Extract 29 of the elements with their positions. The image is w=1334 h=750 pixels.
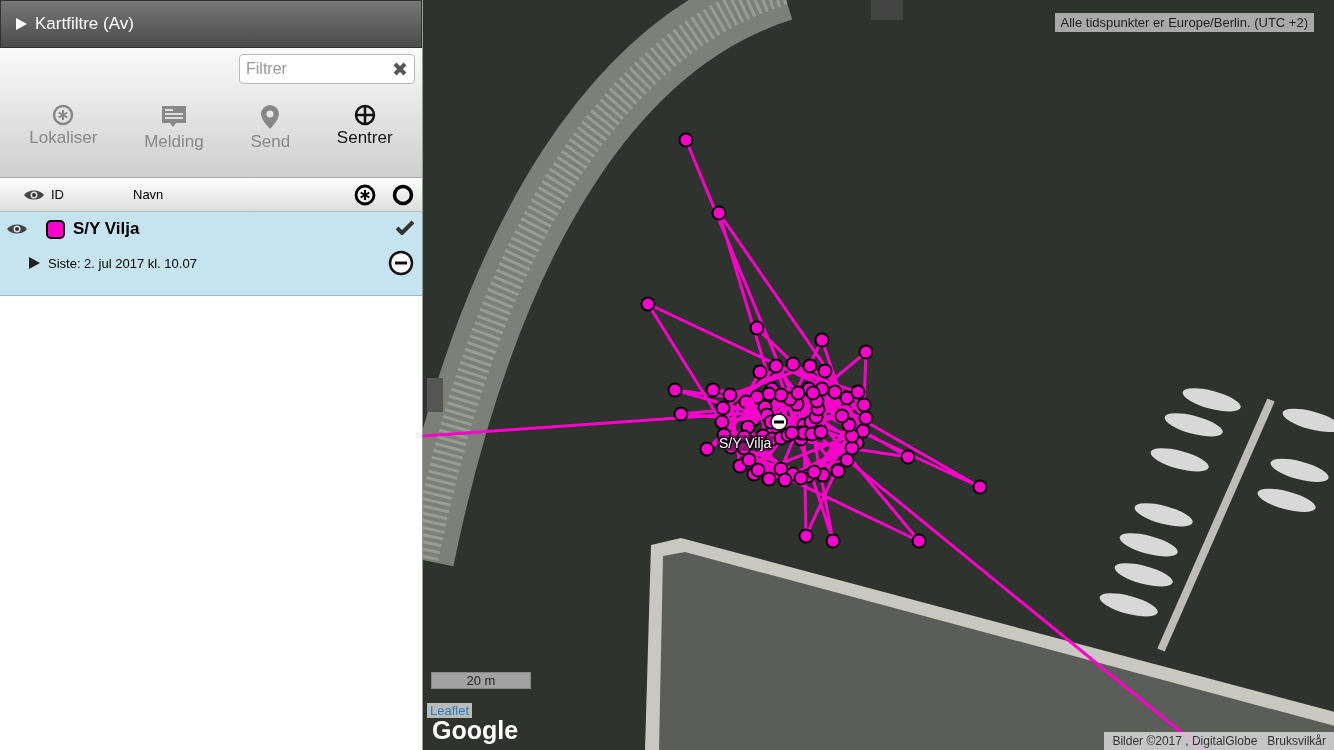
- check-icon[interactable]: [396, 219, 414, 235]
- clear-icon[interactable]: [393, 62, 407, 76]
- location-pin-icon: [260, 104, 281, 130]
- eye-icon[interactable]: [6, 222, 28, 236]
- vessel-marker-icon[interactable]: [739, 396, 763, 420]
- header-title: Kartfiltre (Av): [35, 14, 134, 34]
- vessel-name: S/Y Vilja: [73, 219, 140, 239]
- map-logo: Google: [432, 716, 519, 745]
- column-header: Navn: [133, 187, 164, 202]
- circle-icon[interactable]: [392, 183, 414, 206]
- center-button[interactable]: Sentrer: [330, 104, 399, 152]
- scale-bar: 20 m: [431, 672, 531, 689]
- crosshair-icon: [353, 104, 376, 126]
- attribution-text: Bilder ©2017 , DigitalGlobe: [1112, 734, 1258, 748]
- satellite-map[interactable]: Alle tidspunkter er Europe/Berlin. (UTC +2) S/Y Vilja 20 m Leaflet Google Bilder ©2017 , DigitalGlobe Bruksvilkår: [423, 0, 1334, 750]
- vessel-row[interactable]: S/Y Vilja Siste: 2. jul 2017 kl. 10.07: [0, 212, 422, 296]
- column-header: ID: [51, 187, 65, 202]
- timezone-note: Alle tidspunkter er Europe/Berlin. (UTC +2): [1054, 13, 1314, 32]
- terms-link[interactable]: Bruksvilkår: [1267, 734, 1326, 748]
- panel-toggle-handle[interactable]: [427, 378, 443, 412]
- triangle-icon[interactable]: [28, 257, 40, 269]
- minus-circle-icon[interactable]: [388, 250, 414, 276]
- triangle-icon: [15, 18, 27, 30]
- locate-icon: [52, 104, 75, 126]
- map-filter-header[interactable]: Kartfiltre (Av): [0, 0, 422, 48]
- filter-field[interactable]: Filtrer: [239, 54, 415, 84]
- last-seen-text: Siste: 2. jul 2017 kl. 10.07: [48, 255, 197, 271]
- locate-icon[interactable]: [354, 183, 376, 206]
- cluster-marker-icon[interactable]: [770, 413, 788, 431]
